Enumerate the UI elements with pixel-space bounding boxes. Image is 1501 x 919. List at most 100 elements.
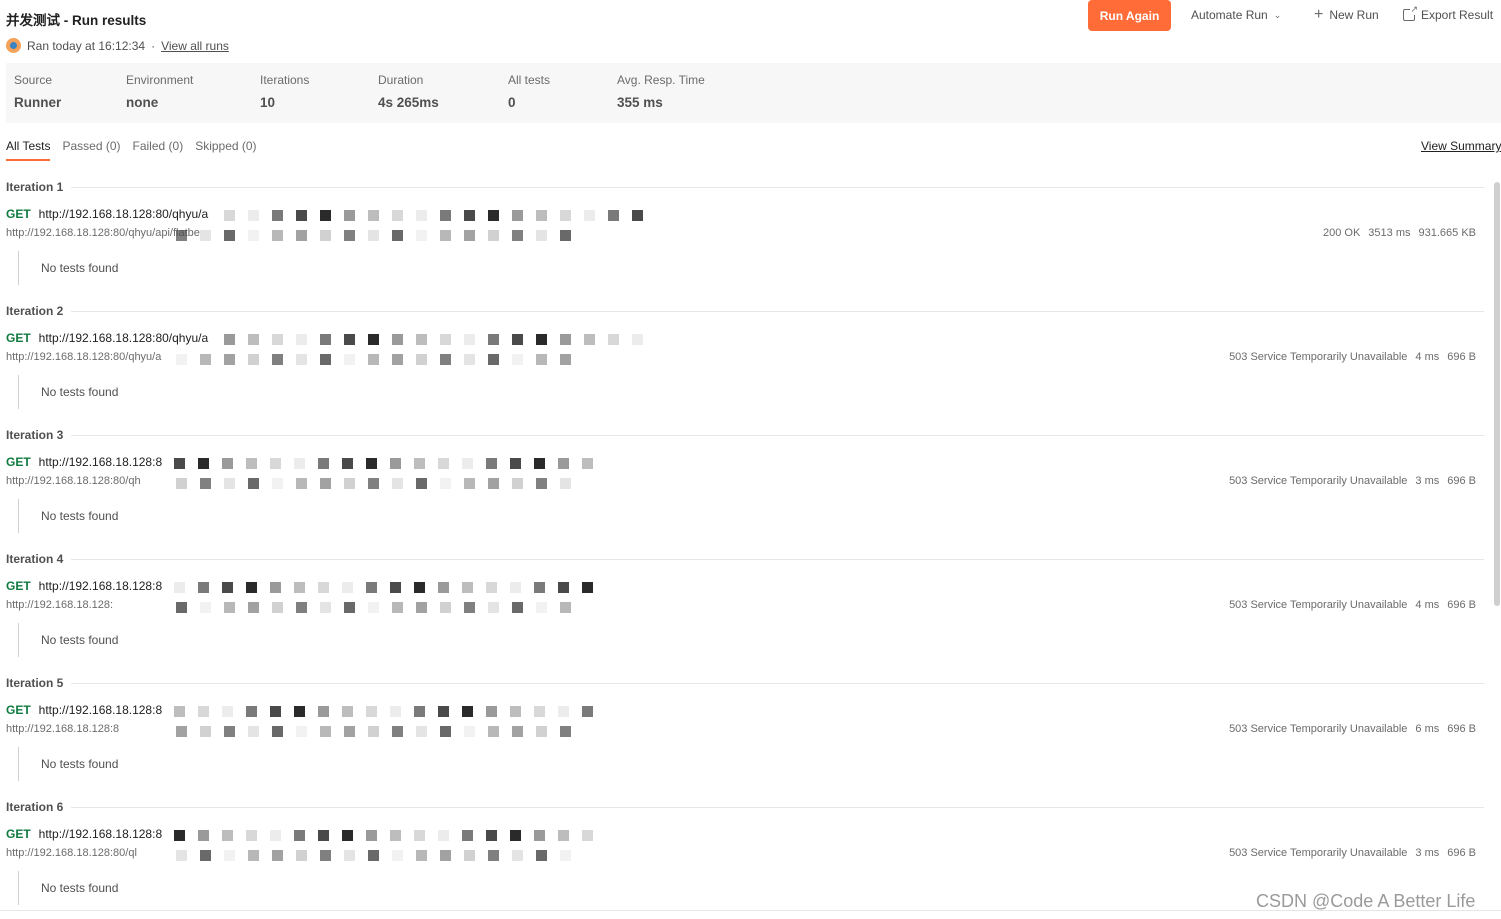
response-status: 200 OK — [1322, 227, 1361, 239]
request-url: http://192.168.18.128:8 — [38, 703, 163, 717]
iteration-header: Iteration 4 — [6, 552, 1484, 566]
request-line[interactable]: GET http://192.168.18.128:8 — [6, 455, 162, 469]
request-method: GET — [6, 579, 31, 593]
iteration-header: Iteration 2 — [6, 304, 1484, 318]
iteration-block: Iteration 5 GET http://192.168.18.128:8 … — [6, 676, 1484, 800]
response-size: 696 B — [1447, 723, 1476, 735]
stat-value: 0 — [508, 95, 516, 110]
request-line[interactable]: GET http://192.168.18.128:80/qhyu/a — [6, 331, 208, 345]
tab-passed[interactable]: Passed (0) — [62, 139, 120, 161]
request-line[interactable]: GET http://192.168.18.128:8 — [6, 827, 162, 841]
stat-label: All tests — [508, 73, 551, 87]
response-time: 3 ms — [1415, 847, 1440, 859]
response-meta: 503 Service Temporarily Unavailable 3 ms… — [1229, 475, 1476, 487]
iteration-title: Iteration 4 — [6, 552, 64, 566]
request-method: GET — [6, 207, 31, 221]
stat-environment: Environment none — [126, 73, 193, 110]
response-status: 503 Service Temporarily Unavailable — [1229, 475, 1408, 487]
response-time: 3 ms — [1415, 475, 1440, 487]
request-url: http://192.168.18.128:80/qhyu/a — [38, 331, 209, 345]
redacted-mosaic — [176, 850, 576, 861]
separator: · — [151, 38, 156, 53]
redacted-mosaic — [224, 210, 664, 221]
stat-source: Source Runner — [14, 73, 61, 110]
scrollbar[interactable] — [1494, 182, 1500, 606]
response-meta: 503 Service Temporarily Unavailable 4 ms… — [1229, 351, 1476, 363]
iteration-divider — [71, 186, 1484, 188]
request-method: GET — [6, 331, 31, 345]
iteration-block: Iteration 4 GET http://192.168.18.128:8 … — [6, 552, 1484, 676]
redacted-mosaic — [174, 830, 614, 841]
tab-all-tests[interactable]: All Tests — [6, 139, 51, 161]
response-time: 6 ms — [1415, 723, 1440, 735]
stat-value: 355 ms — [617, 95, 663, 110]
iteration-header: Iteration 3 — [6, 428, 1484, 442]
iteration-divider — [71, 558, 1484, 560]
request-full-url: http://192.168.18.128: — [6, 599, 114, 611]
iteration-block: Iteration 3 GET http://192.168.18.128:8 … — [6, 428, 1484, 552]
iteration-divider — [71, 310, 1484, 312]
automate-run-button[interactable]: Automate Run ⌄ — [1191, 8, 1281, 22]
response-status: 503 Service Temporarily Unavailable — [1229, 847, 1408, 859]
response-time: 3513 ms — [1368, 227, 1411, 239]
request-method: GET — [6, 703, 31, 717]
view-all-runs-link[interactable]: View all runs — [161, 39, 229, 53]
tests-result: No tests found — [18, 251, 118, 285]
iteration-title: Iteration 5 — [6, 676, 64, 690]
header: 并发测试 - Run results Ran today at 16:12:34… — [0, 0, 1501, 60]
plus-icon: + — [1314, 6, 1324, 23]
iteration-divider — [71, 806, 1484, 808]
request-method: GET — [6, 455, 31, 469]
export-results-button[interactable]: Export Result — [1403, 4, 1493, 22]
tab-failed[interactable]: Failed (0) — [133, 139, 184, 161]
response-meta: 503 Service Temporarily Unavailable 4 ms… — [1229, 599, 1476, 611]
iteration-title: Iteration 1 — [6, 180, 64, 194]
request-method: GET — [6, 827, 31, 841]
request-line[interactable]: GET http://192.168.18.128:80/qhyu/a — [6, 207, 208, 221]
request-url: http://192.168.18.128:80/qhyu/a — [38, 207, 209, 221]
redacted-mosaic — [176, 478, 576, 489]
automate-run-label: Automate Run — [1191, 8, 1268, 22]
iteration-header: Iteration 1 — [6, 180, 1484, 194]
tests-result: No tests found — [18, 499, 118, 533]
new-run-button[interactable]: + New Run — [1314, 6, 1379, 23]
request-full-url: http://192.168.18.128:80/qh — [6, 475, 141, 487]
request-url: http://192.168.18.128:8 — [38, 827, 163, 841]
response-status: 503 Service Temporarily Unavailable — [1229, 351, 1408, 363]
result-tabs: All Tests Passed (0) Failed (0) Skipped … — [6, 139, 257, 161]
stat-duration: Duration 4s 265ms — [378, 73, 439, 110]
request-url: http://192.168.18.128:8 — [38, 455, 163, 469]
tests-result: No tests found — [18, 623, 118, 657]
export-icon — [1403, 4, 1418, 21]
chevron-down-icon: ⌄ — [1273, 9, 1282, 20]
run-again-button[interactable]: Run Again — [1088, 0, 1171, 31]
stat-label: Avg. Resp. Time — [617, 73, 705, 87]
stat-value: 10 — [260, 95, 276, 110]
page-title: 并发测试 - Run results — [6, 13, 147, 28]
ran-time: Ran today at 16:12:34 — [27, 38, 146, 53]
iteration-header: Iteration 6 — [6, 800, 1484, 814]
tests-result: No tests found — [18, 747, 118, 781]
request-full-url: http://192.168.18.128:80/qhyu/a — [6, 351, 162, 363]
stat-avg-resp-time: Avg. Resp. Time 355 ms — [617, 73, 705, 110]
iteration-header: Iteration 5 — [6, 676, 1484, 690]
view-summary-link[interactable]: View Summary — [1421, 139, 1501, 153]
iteration-block: Iteration 2 GET http://192.168.18.128:80… — [6, 304, 1484, 428]
runner-avatar-icon — [6, 38, 21, 53]
stat-all-tests: All tests 0 — [508, 73, 550, 110]
response-meta: 200 OK 3513 ms 931.665 KB — [1323, 227, 1476, 239]
response-size: 931.665 KB — [1418, 227, 1477, 239]
redacted-mosaic — [176, 726, 576, 737]
iteration-title: Iteration 2 — [6, 304, 64, 318]
request-line[interactable]: GET http://192.168.18.128:8 — [6, 703, 162, 717]
response-meta: 503 Service Temporarily Unavailable 3 ms… — [1229, 847, 1476, 859]
request-full-url: http://192.168.18.128:8 — [6, 723, 120, 735]
tab-skipped[interactable]: Skipped (0) — [195, 139, 256, 161]
stat-label: Iterations — [260, 73, 310, 87]
redacted-mosaic — [174, 582, 614, 593]
response-time: 4 ms — [1415, 599, 1440, 611]
response-time: 4 ms — [1415, 351, 1440, 363]
stat-label: Environment — [126, 73, 194, 87]
tests-result: No tests found — [18, 871, 118, 905]
request-line[interactable]: GET http://192.168.18.128:8 — [6, 579, 162, 593]
